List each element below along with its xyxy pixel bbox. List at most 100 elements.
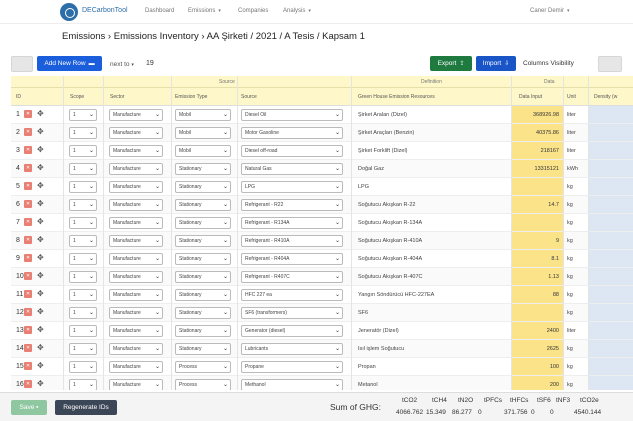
source-select[interactable]: Methanol ⌄ (241, 379, 343, 390)
emission-type-select[interactable]: Stationary ⌄ (175, 271, 231, 283)
emission-type-select[interactable]: Stationary ⌄ (175, 163, 231, 175)
scope-select[interactable]: 1 ⌄ (69, 289, 97, 301)
drag-handle-icon[interactable]: ✥ (37, 253, 44, 262)
nav-emissions[interactable]: Emissions ▾ (188, 8, 221, 14)
unit-value[interactable]: kg (567, 238, 573, 244)
nav-companies[interactable]: Companies (238, 8, 268, 14)
delete-row-icon[interactable]: ✕ (24, 362, 32, 370)
source-select[interactable]: Natural Gas ⌄ (241, 163, 343, 175)
emission-type-select[interactable]: Stationary ⌄ (175, 181, 231, 193)
regenerate-ids-button[interactable]: Regenerate IDs (55, 400, 117, 415)
col-scope[interactable]: Scope (70, 94, 84, 100)
drag-handle-icon[interactable]: ✥ (37, 289, 44, 298)
emission-type-select[interactable]: Process ⌄ (175, 361, 231, 373)
drag-handle-icon[interactable]: ✥ (37, 199, 44, 208)
sector-select[interactable]: Manufacture ⌄ (109, 199, 163, 211)
export-button[interactable]: Export ⇪ (430, 56, 472, 71)
data-input-cell[interactable] (511, 178, 563, 195)
source-select[interactable]: HFC 227 ea ⌄ (241, 289, 343, 301)
density-cell[interactable] (588, 340, 633, 357)
fullscreen-button[interactable] (11, 56, 33, 72)
source-select[interactable]: SF6 (transformers) ⌄ (241, 307, 343, 319)
unit-value[interactable]: kg (567, 364, 573, 370)
density-cell[interactable] (588, 214, 633, 231)
next-to-select[interactable]: next to ▾ (110, 61, 134, 68)
source-select[interactable]: Diesel off-road ⌄ (241, 145, 343, 157)
sector-select[interactable]: Manufacture ⌄ (109, 343, 163, 355)
scope-select[interactable]: 1 ⌄ (69, 253, 97, 265)
drag-handle-icon[interactable]: ✥ (37, 181, 44, 190)
drag-handle-icon[interactable]: ✥ (37, 361, 44, 370)
source-select[interactable]: Lubricants ⌄ (241, 343, 343, 355)
data-input-cell[interactable]: 100 (511, 358, 563, 375)
unit-value[interactable]: liter (567, 148, 576, 154)
data-input-cell[interactable] (511, 304, 563, 321)
delete-row-icon[interactable]: ✕ (24, 254, 32, 262)
add-new-row-button[interactable]: Add New Row ▬ (37, 56, 102, 71)
resource-name[interactable]: Isıl işlem Soğutucu (358, 346, 404, 352)
delete-row-icon[interactable]: ✕ (24, 308, 32, 316)
col-source[interactable]: Source (241, 94, 257, 100)
unit-value[interactable]: kg (567, 346, 573, 352)
resource-name[interactable]: Şirket Araları (Dizel) (358, 112, 407, 118)
unit-value[interactable]: kg (567, 310, 573, 316)
data-input-cell[interactable]: 368926.98 (511, 106, 563, 123)
source-select[interactable]: Diesel Oil ⌄ (241, 109, 343, 121)
scope-select[interactable]: 1 ⌄ (69, 109, 97, 121)
drag-handle-icon[interactable]: ✥ (37, 325, 44, 334)
source-select[interactable]: LPG ⌄ (241, 181, 343, 193)
delete-row-icon[interactable]: ✕ (24, 326, 32, 334)
resource-name[interactable]: Soğutucu Akışkan R-410A (358, 238, 422, 244)
emission-type-select[interactable]: Mobil ⌄ (175, 109, 231, 121)
drag-handle-icon[interactable]: ✥ (37, 163, 44, 172)
user-menu[interactable]: Caner Demir ▾ (530, 8, 570, 14)
resource-name[interactable]: Doğal Gaz (358, 166, 384, 172)
density-cell[interactable] (588, 268, 633, 285)
resource-name[interactable]: LPG (358, 184, 369, 190)
nav-analysis[interactable]: Analysis ▾ (283, 8, 311, 14)
scope-select[interactable]: 1 ⌄ (69, 379, 97, 390)
sector-select[interactable]: Manufacture ⌄ (109, 379, 163, 390)
resource-name[interactable]: Metanol (358, 382, 378, 388)
delete-row-icon[interactable]: ✕ (24, 218, 32, 226)
sector-select[interactable]: Manufacture ⌄ (109, 361, 163, 373)
scope-select[interactable]: 1 ⌄ (69, 361, 97, 373)
drag-handle-icon[interactable]: ✥ (37, 127, 44, 136)
unit-value[interactable]: kg (567, 184, 573, 190)
col-resources[interactable]: Green House Emission Resources (358, 94, 435, 100)
density-cell[interactable] (588, 304, 633, 321)
delete-row-icon[interactable]: ✕ (24, 344, 32, 352)
sector-select[interactable]: Manufacture ⌄ (109, 127, 163, 139)
data-input-cell[interactable]: 88 (511, 286, 563, 303)
sector-select[interactable]: Manufacture ⌄ (109, 181, 163, 193)
resource-name[interactable]: Propan (358, 364, 376, 370)
delete-row-icon[interactable]: ✕ (24, 380, 32, 388)
scope-select[interactable]: 1 ⌄ (69, 307, 97, 319)
scope-select[interactable]: 1 ⌄ (69, 235, 97, 247)
unit-value[interactable]: kg (567, 292, 573, 298)
emission-type-select[interactable]: Stationary ⌄ (175, 343, 231, 355)
sector-select[interactable]: Manufacture ⌄ (109, 163, 163, 175)
scope-select[interactable]: 1 ⌄ (69, 199, 97, 211)
emission-type-select[interactable]: Stationary ⌄ (175, 217, 231, 229)
density-cell[interactable] (588, 106, 633, 123)
emission-type-select[interactable]: Process ⌄ (175, 379, 231, 390)
drag-handle-icon[interactable]: ✥ (37, 235, 44, 244)
unit-value[interactable]: kWh (567, 166, 578, 172)
data-input-cell[interactable]: 200 (511, 376, 563, 390)
density-cell[interactable] (588, 250, 633, 267)
density-cell[interactable] (588, 358, 633, 375)
source-select[interactable]: Refrigerant - R404A ⌄ (241, 253, 343, 265)
data-input-cell[interactable]: 1.13 (511, 268, 563, 285)
data-input-cell[interactable]: 9 (511, 232, 563, 249)
resource-name[interactable]: Soğutucu Akışkan R-134A (358, 220, 422, 226)
delete-row-icon[interactable]: ✕ (24, 290, 32, 298)
drag-handle-icon[interactable]: ✥ (37, 145, 44, 154)
resource-name[interactable]: Jeneratör (Dizel) (358, 328, 399, 334)
import-button[interactable]: Import ⇩ (476, 56, 516, 71)
col-emission-type[interactable]: Emission Type (175, 94, 207, 100)
resource-name[interactable]: SF6 (358, 310, 368, 316)
resource-name[interactable]: Şirket Araçları (Benzin) (358, 130, 414, 136)
sector-select[interactable]: Manufacture ⌄ (109, 109, 163, 121)
emission-type-select[interactable]: Stationary ⌄ (175, 289, 231, 301)
